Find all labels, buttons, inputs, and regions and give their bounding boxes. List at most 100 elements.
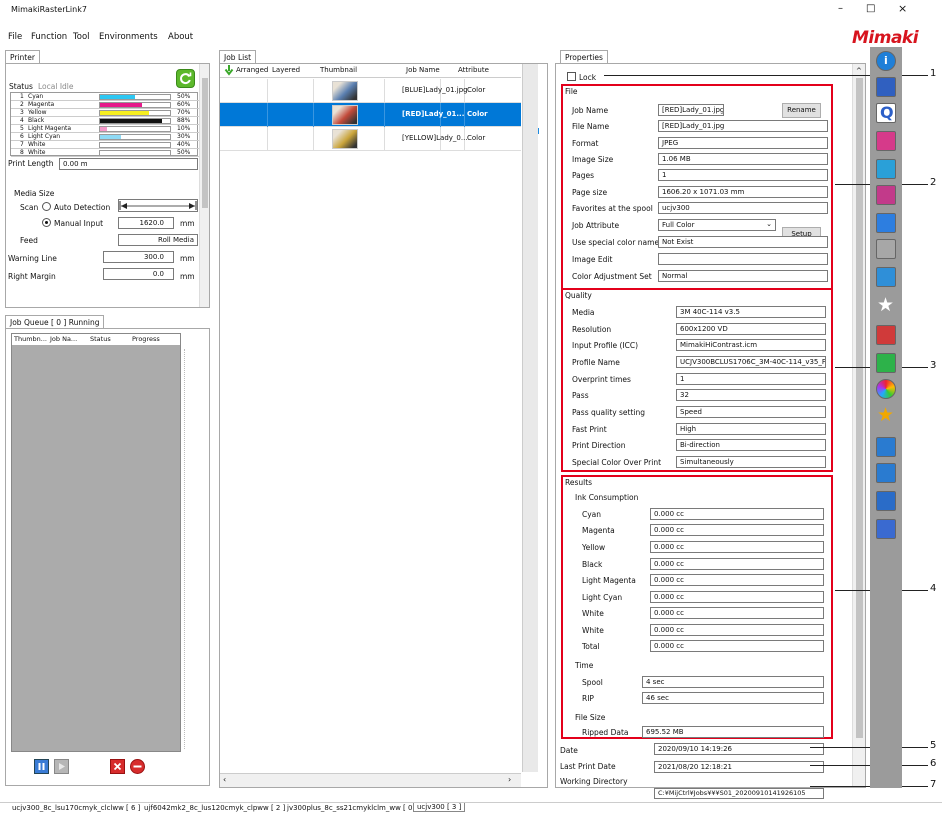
copy-icon[interactable] [876, 239, 896, 259]
file-prop-label: Image Size [572, 155, 614, 164]
chevron-down-icon[interactable]: ⌄ [766, 220, 772, 228]
color-icon[interactable] [876, 267, 896, 287]
ink-number: 2 [20, 101, 24, 108]
ink-consumption-value: 0.000 cc [650, 541, 824, 553]
manual-width-field[interactable]: 1620.0 [118, 217, 174, 229]
printer-tab-2[interactable]: ujf6042mk2_8c_lus120cmyk_clpww [ 2 ] [142, 804, 287, 812]
printer-tab-3[interactable]: jv300plus_8c_ss21cmyklclm_ww [ 0 ] [285, 804, 419, 812]
lock-checkbox[interactable] [567, 72, 576, 81]
queue-col-progress[interactable]: Progress [132, 335, 160, 343]
ink-level-bar [99, 110, 171, 116]
file-prop-value: Not Exist [658, 236, 828, 248]
col-divider [267, 103, 268, 127]
time-value: 4 sec [642, 676, 824, 688]
tab-job-list[interactable]: Job List [219, 50, 257, 63]
queue-col-thumb[interactable]: Thumbn... [14, 335, 47, 343]
col-job-name[interactable]: Job Name [406, 66, 440, 74]
page-icon[interactable] [876, 159, 896, 179]
printer-tab-1[interactable]: ucjv300_8c_lsu170cmyk_clclww [ 6 ] [10, 804, 142, 812]
tab-printer[interactable]: Printer [5, 50, 40, 63]
job-list-panel: Arranged Layered Thumbnail Job Name Attr… [219, 63, 548, 788]
minimize-button[interactable]: – [838, 3, 843, 14]
media-size-label: Media Size [14, 189, 55, 198]
col-divider [313, 127, 314, 151]
file-prop-value[interactable]: Full Color ⌄ [658, 219, 776, 231]
file-prop-value: Normal [658, 270, 828, 282]
ink-row: 7 White 40% [11, 141, 199, 149]
pause-button[interactable] [34, 759, 49, 774]
lock-label: Lock [579, 73, 597, 82]
col-layered[interactable]: Layered [272, 66, 300, 74]
ink-name: White [28, 149, 46, 156]
quality-prop-value: 32 [676, 389, 826, 401]
quality-prop-label: Media [572, 308, 595, 317]
quality-prop-label: Print Direction [572, 441, 626, 450]
job-thumbnail [332, 129, 358, 149]
print-queue-icon[interactable] [876, 77, 896, 97]
crop-icon[interactable] [876, 131, 896, 151]
menu-bar: File Function Tool Environments About Mi… [0, 28, 942, 48]
layout-icon[interactable] [876, 185, 896, 205]
ink-name: Magenta [28, 101, 55, 108]
col-divider [267, 127, 268, 151]
queue-col-status[interactable]: Status [90, 335, 111, 343]
quality-icon[interactable]: Q [876, 103, 896, 123]
delete-x-button[interactable] [110, 759, 125, 774]
print-length-field: 0.00 m [59, 158, 198, 170]
play-button[interactable] [54, 759, 69, 774]
menu-about[interactable]: About [168, 32, 193, 42]
document-icon[interactable] [876, 437, 896, 457]
menu-function[interactable]: Function [31, 32, 67, 42]
quality-prop-label: Fast Print [572, 425, 607, 434]
maximize-button[interactable]: □ [866, 3, 875, 14]
manual-input-radio[interactable] [42, 218, 51, 227]
right-margin-field[interactable]: 0.0 [103, 268, 174, 280]
job-row[interactable]: [RED]Lady_01... Color [220, 103, 521, 127]
properties-scrollbar[interactable]: ^ [852, 64, 865, 787]
ink-level-fill [100, 119, 162, 123]
menu-file[interactable]: File [8, 32, 22, 42]
job-list-hscroll[interactable]: ‹ › [220, 773, 521, 787]
ink-number: 8 [20, 149, 24, 156]
rename-button[interactable]: Rename [782, 103, 821, 118]
ink-row: 8 White 50% [11, 149, 199, 157]
job-row[interactable]: [BLUE]Lady_01.jpg Color [220, 79, 521, 103]
file-prop-label: File Name [572, 122, 610, 131]
ink-name: Light Cyan [28, 133, 61, 140]
col-attribute[interactable]: Attribute [458, 66, 489, 74]
report-icon[interactable] [876, 325, 896, 345]
help-icon[interactable] [876, 519, 896, 539]
auto-detection-radio[interactable] [42, 202, 51, 211]
ink-row: 3 Yellow 70% [11, 109, 199, 117]
eye-icon[interactable] [876, 353, 896, 373]
warning-line-field[interactable]: 300.0 [103, 251, 174, 263]
duplicate-icon[interactable] [876, 463, 896, 483]
ink-name: Yellow [28, 109, 47, 116]
col-thumbnail[interactable]: Thumbnail [320, 66, 357, 74]
refresh-icon[interactable] [176, 69, 195, 88]
col-arranged[interactable]: Arranged [236, 66, 268, 74]
menu-environments[interactable]: Environments [99, 32, 158, 42]
queue-col-jobname[interactable]: Job Na... [50, 335, 77, 343]
color-wheel-icon[interactable] [876, 379, 896, 399]
menu-tool[interactable]: Tool [73, 32, 90, 42]
ink-consumption-value: 0.000 cc [650, 607, 824, 619]
printer-tab-4[interactable]: ucjv300 [ 3 ] [413, 803, 466, 812]
printer-scrollbar[interactable] [199, 64, 209, 307]
callout-number: 7 [930, 779, 937, 790]
tiling-icon[interactable] [876, 213, 896, 233]
star-icon[interactable]: ★ [876, 404, 896, 427]
stop-button[interactable] [130, 759, 145, 774]
tab-job-queue[interactable]: Job Queue [ 0 ] Running [5, 315, 105, 328]
favorite-star-icon[interactable]: ★ [876, 294, 896, 317]
ink-level-fill [100, 127, 107, 131]
trash-icon[interactable] [876, 491, 896, 511]
job-row[interactable]: [YELLOW]Lady_0... Color [220, 127, 521, 151]
ink-level-fill [100, 135, 121, 139]
info-icon[interactable]: i [876, 51, 896, 71]
close-button[interactable]: × [898, 2, 907, 15]
tab-properties[interactable]: Properties [560, 50, 608, 63]
feed-field[interactable]: Roll Media [118, 234, 198, 246]
job-list-ruler [522, 64, 538, 772]
ink-row: 6 Light Cyan 30% [11, 133, 199, 141]
